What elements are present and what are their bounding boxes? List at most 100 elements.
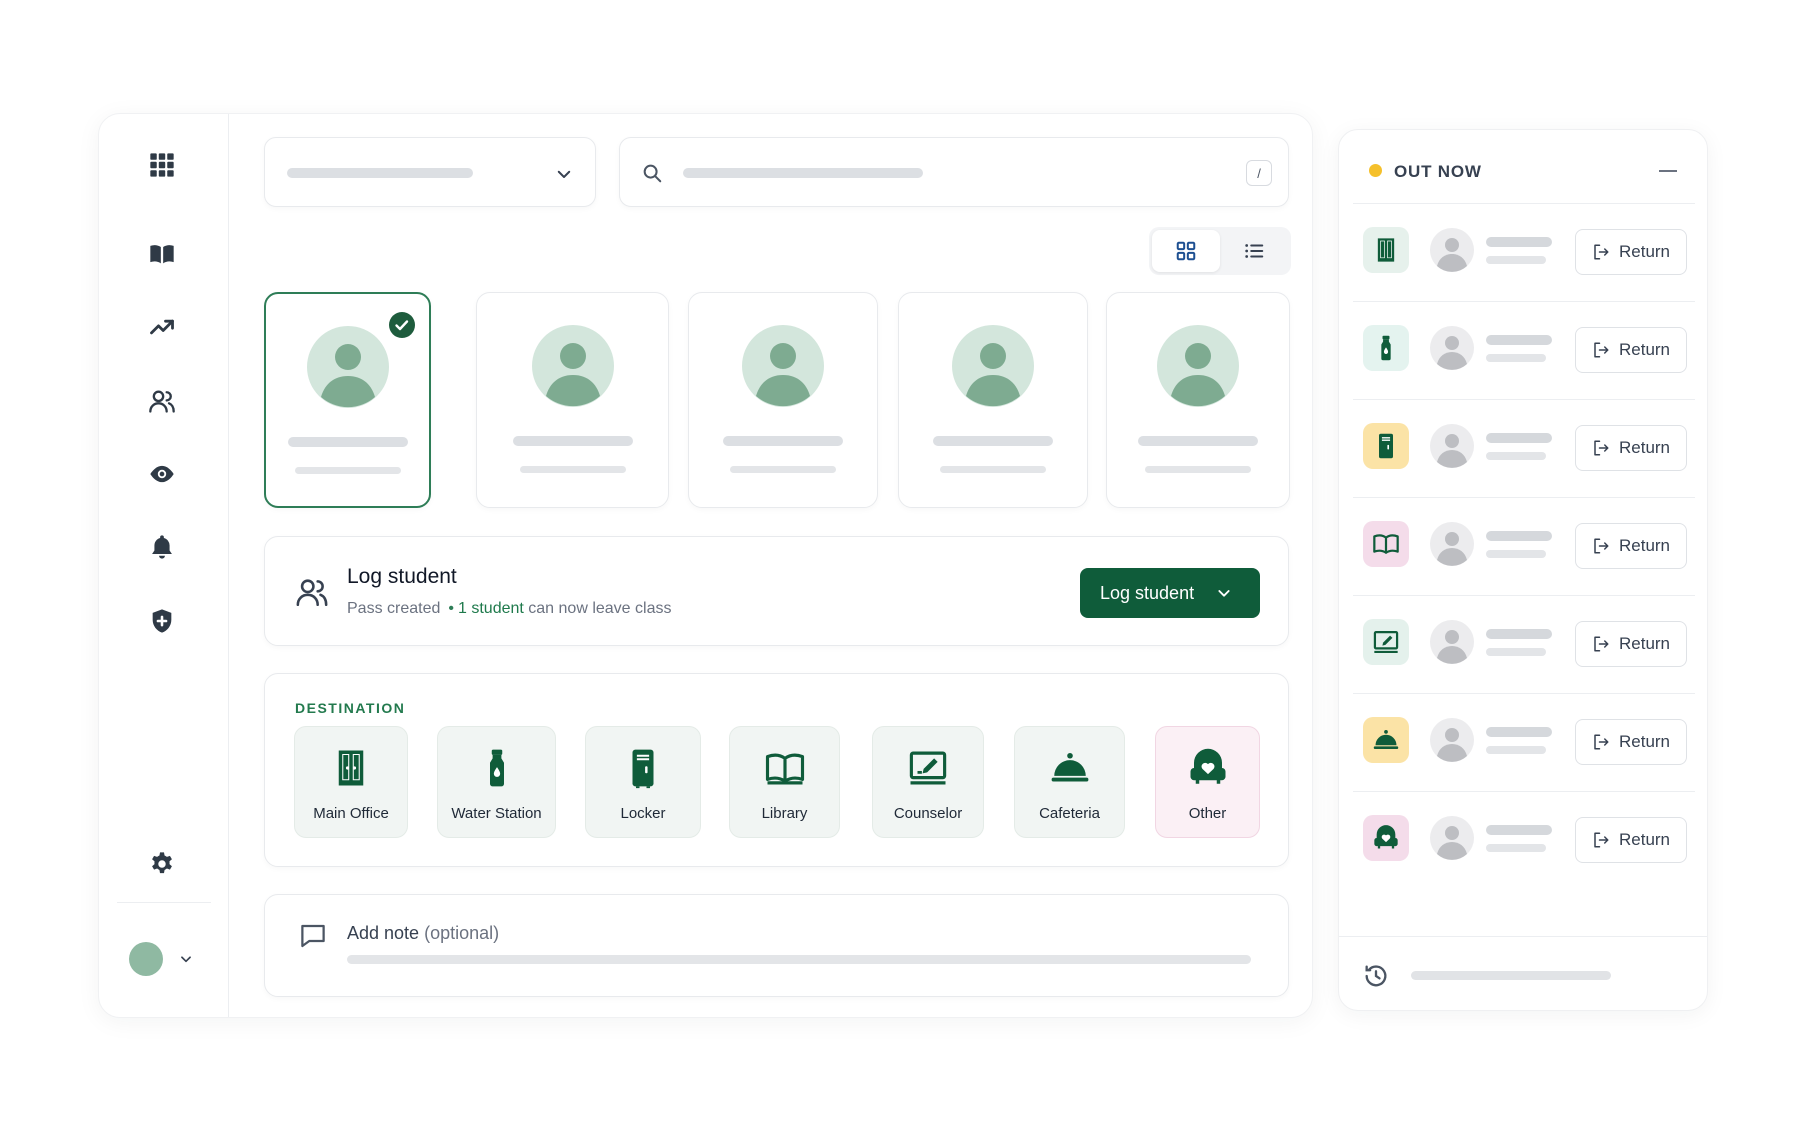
destination-library[interactable]: Library bbox=[729, 726, 840, 838]
user-menu[interactable] bbox=[129, 942, 193, 976]
student-card[interactable] bbox=[688, 292, 878, 508]
optional-text: (optional) bbox=[424, 923, 500, 943]
student-card[interactable] bbox=[898, 292, 1088, 508]
student-detail-placeholder bbox=[1486, 354, 1546, 362]
student-name-placeholder bbox=[1486, 237, 1552, 247]
student-avatar bbox=[1430, 522, 1474, 566]
search-shortcut-key: / bbox=[1246, 160, 1272, 186]
note-panel[interactable]: Add note (optional) bbox=[264, 894, 1289, 997]
sidebar bbox=[99, 114, 229, 1017]
student-detail-placeholder bbox=[1486, 550, 1546, 558]
check-icon bbox=[389, 312, 415, 338]
out-row: Return bbox=[1353, 694, 1695, 792]
return-button[interactable]: Return bbox=[1575, 523, 1687, 569]
destination-other[interactable]: Other bbox=[1155, 726, 1260, 838]
gear-icon[interactable] bbox=[145, 847, 179, 881]
return-label: Return bbox=[1618, 242, 1671, 261]
student-card[interactable] bbox=[1106, 292, 1290, 508]
destination-cafeteria[interactable]: Cafeteria bbox=[1014, 726, 1125, 838]
student-avatar bbox=[1430, 326, 1474, 370]
class-select[interactable] bbox=[264, 137, 596, 207]
minimize-button[interactable] bbox=[1659, 170, 1677, 172]
avatar bbox=[129, 942, 163, 976]
destination-label-text: Counselor bbox=[893, 805, 963, 822]
out-now-title: OUT NOW bbox=[1394, 162, 1482, 181]
history-icon[interactable] bbox=[1362, 962, 1390, 990]
student-detail-placeholder bbox=[730, 466, 836, 473]
return-icon bbox=[1594, 244, 1609, 260]
destination-main-office[interactable]: Main Office bbox=[294, 726, 408, 838]
history-placeholder bbox=[1411, 971, 1611, 980]
destination-panel: DESTINATION Main Office Water Station Lo… bbox=[264, 673, 1289, 867]
student-card[interactable] bbox=[476, 292, 669, 508]
search-input[interactable]: / bbox=[619, 137, 1289, 207]
return-button[interactable]: Return bbox=[1575, 425, 1687, 471]
student-avatar bbox=[306, 326, 389, 408]
student-card[interactable] bbox=[264, 292, 431, 508]
cloche-icon bbox=[1051, 752, 1088, 782]
open-book-icon bbox=[1363, 521, 1409, 567]
open-book-icon bbox=[765, 753, 804, 785]
student-name-placeholder bbox=[1486, 629, 1552, 639]
leave-class-text: can now leave class bbox=[528, 600, 672, 617]
destination-locker[interactable]: Locker bbox=[585, 726, 701, 838]
return-icon bbox=[1594, 832, 1609, 848]
shield-plus-icon[interactable] bbox=[145, 604, 179, 638]
return-icon bbox=[1594, 440, 1609, 456]
users-icon bbox=[296, 579, 328, 607]
eye-icon[interactable] bbox=[145, 457, 179, 491]
student-avatar bbox=[742, 325, 824, 407]
chevron-down-icon bbox=[557, 170, 571, 178]
bullet: • bbox=[448, 600, 454, 617]
student-avatar bbox=[952, 325, 1034, 407]
out-row: Return bbox=[1353, 596, 1695, 694]
book-icon[interactable] bbox=[145, 237, 179, 271]
out-row: Return bbox=[1353, 302, 1695, 400]
bell-icon[interactable] bbox=[145, 530, 179, 564]
door-icon bbox=[338, 750, 364, 786]
locker-icon bbox=[1363, 423, 1409, 469]
student-name-placeholder bbox=[1486, 531, 1552, 541]
destination-label-text: Library bbox=[761, 805, 808, 822]
return-label: Return bbox=[1618, 830, 1671, 849]
destination-label-text: Cafeteria bbox=[1039, 805, 1100, 822]
return-button[interactable]: Return bbox=[1575, 817, 1687, 863]
return-icon bbox=[1594, 734, 1609, 750]
student-avatar bbox=[1430, 424, 1474, 468]
grid-icon bbox=[1176, 241, 1196, 261]
heart-chair-icon bbox=[1363, 815, 1409, 861]
trending-icon[interactable] bbox=[145, 310, 179, 344]
student-detail-placeholder bbox=[294, 467, 401, 474]
search-icon bbox=[643, 164, 662, 183]
student-name-placeholder bbox=[1486, 335, 1552, 345]
student-avatar bbox=[531, 325, 614, 407]
users-icon[interactable] bbox=[145, 384, 179, 418]
note-input-placeholder[interactable] bbox=[347, 955, 1251, 964]
out-now-panel: OUT NOW Return Return Return Return Retu… bbox=[1338, 129, 1708, 1011]
return-button[interactable]: Return bbox=[1575, 621, 1687, 667]
counselor-board-icon bbox=[909, 751, 947, 785]
destination-water-station[interactable]: Water Station bbox=[437, 726, 556, 838]
apps-grid-icon[interactable] bbox=[145, 148, 179, 182]
student-detail-placeholder bbox=[1486, 746, 1546, 754]
list-view-button[interactable] bbox=[1220, 230, 1288, 272]
student-name-placeholder bbox=[1486, 727, 1552, 737]
grid-view-button[interactable] bbox=[1152, 230, 1220, 272]
return-button[interactable]: Return bbox=[1575, 719, 1687, 765]
destination-label-text: Water Station bbox=[451, 805, 542, 822]
return-button[interactable]: Return bbox=[1575, 327, 1687, 373]
student-avatar bbox=[1430, 718, 1474, 762]
destination-counselor[interactable]: Counselor bbox=[872, 726, 984, 838]
main-window: / Log student Pass created • 1 student c… bbox=[98, 113, 1313, 1018]
student-name-placeholder bbox=[723, 436, 843, 446]
log-student-button[interactable]: Log student bbox=[1080, 568, 1260, 618]
return-button[interactable]: Return bbox=[1575, 229, 1687, 275]
return-label: Return bbox=[1618, 732, 1671, 751]
destination-label: DESTINATION bbox=[295, 700, 406, 716]
student-avatar bbox=[1157, 325, 1239, 407]
student-detail-placeholder bbox=[940, 466, 1046, 473]
door-icon bbox=[1363, 227, 1409, 273]
pass-created-text: Pass created bbox=[347, 600, 441, 617]
add-note-text: Add note bbox=[347, 923, 420, 943]
student-detail-placeholder bbox=[1145, 466, 1251, 473]
